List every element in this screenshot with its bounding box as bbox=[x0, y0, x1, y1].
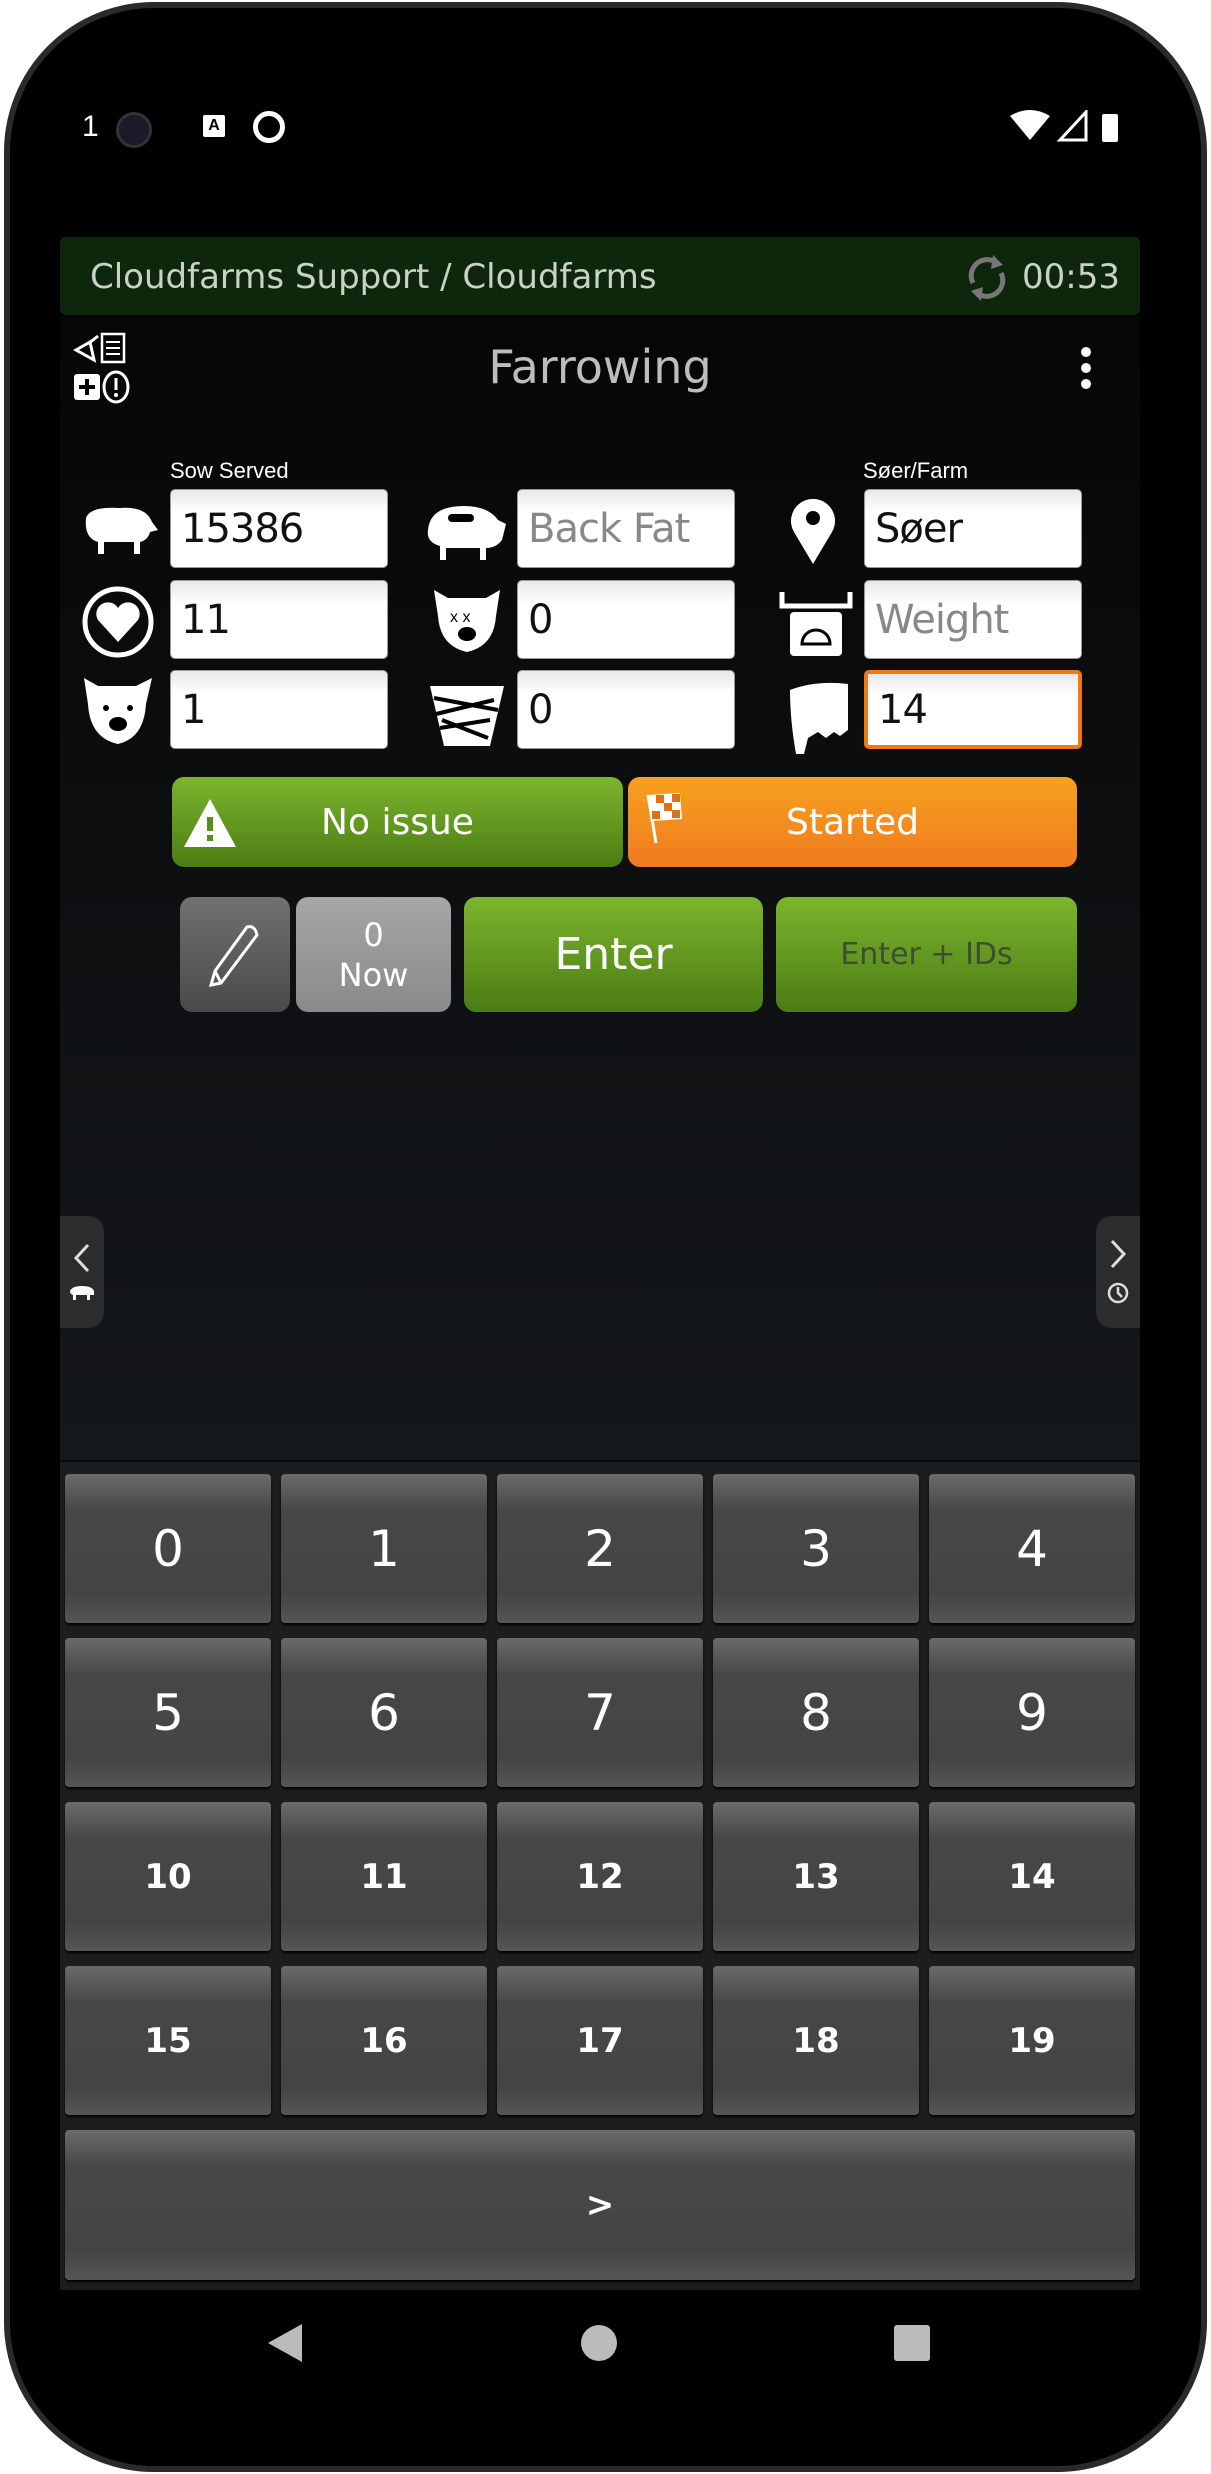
keypad-key-6[interactable]: 6 bbox=[281, 1638, 487, 1787]
keypad-key-1[interactable]: 1 bbox=[281, 1474, 487, 1623]
keypad-key-0[interactable]: 0 bbox=[65, 1474, 271, 1623]
now-button[interactable]: 0 Now bbox=[296, 897, 451, 1012]
battery-icon bbox=[1102, 114, 1118, 142]
more-vertical-icon[interactable] bbox=[1074, 346, 1098, 390]
keypad-key-19[interactable]: 19 bbox=[929, 1966, 1135, 2115]
heart-circle-icon bbox=[82, 586, 154, 658]
checkered-flag-icon bbox=[646, 793, 682, 844]
status-notification-count: 1 bbox=[82, 110, 99, 143]
sow-number-input[interactable]: 15386 bbox=[170, 489, 388, 568]
state-button[interactable]: Started bbox=[628, 777, 1077, 867]
keypad-key-12[interactable]: 12 bbox=[497, 1802, 703, 1951]
enter-button[interactable]: Enter bbox=[464, 897, 763, 1012]
back-fat-input[interactable]: Back Fat bbox=[517, 489, 735, 568]
a-box-icon: A bbox=[203, 115, 225, 137]
stillborn-input[interactable]: 0 bbox=[517, 580, 735, 659]
svg-text:x x: x x bbox=[450, 609, 470, 626]
camera-cutout bbox=[116, 112, 152, 148]
piglets-input[interactable]: 1 bbox=[170, 670, 388, 749]
now-count: 0 bbox=[363, 915, 384, 954]
keypad-key-15[interactable]: 15 bbox=[65, 1966, 271, 2115]
pencil-icon bbox=[208, 924, 259, 987]
toolbar-icons[interactable] bbox=[72, 332, 148, 404]
mummy-icon bbox=[430, 686, 504, 746]
header-bar: Cloudfarms Support / Cloudfarms 00:53 bbox=[60, 237, 1140, 315]
main-area bbox=[60, 315, 1140, 1460]
keypad-key-9[interactable]: 9 bbox=[929, 1638, 1135, 1787]
issue-label: No issue bbox=[321, 801, 474, 843]
keypad-key-16[interactable]: 16 bbox=[281, 1966, 487, 2115]
keypad-key-3[interactable]: 3 bbox=[713, 1474, 919, 1623]
home-icon[interactable] bbox=[580, 2324, 618, 2362]
now-label: Now bbox=[338, 955, 409, 994]
teats-input[interactable]: 14 bbox=[864, 670, 1082, 749]
mummified-input[interactable]: 0 bbox=[517, 670, 735, 749]
chevron-right-icon bbox=[1110, 1239, 1127, 1269]
medkit-icon bbox=[74, 374, 100, 400]
edit-button[interactable] bbox=[180, 897, 290, 1012]
dead-pig-icon: x x bbox=[434, 590, 500, 652]
weight-input[interactable]: Weight bbox=[864, 580, 1082, 659]
session-timer: 00:53 bbox=[1022, 257, 1120, 297]
keypad-key-7[interactable]: 7 bbox=[497, 1638, 703, 1787]
pig-backfat-icon bbox=[427, 506, 506, 560]
teats-icon bbox=[790, 682, 848, 754]
syringe-icon bbox=[72, 334, 99, 363]
keypad-next-button[interactable]: > bbox=[65, 2130, 1135, 2280]
sync-icon[interactable] bbox=[965, 253, 1009, 303]
at-icon bbox=[253, 111, 285, 143]
keypad-key-10[interactable]: 10 bbox=[65, 1802, 271, 1951]
keypad-key-8[interactable]: 8 bbox=[713, 1638, 919, 1787]
scale-icon bbox=[779, 592, 853, 656]
farm-input[interactable]: Søer bbox=[864, 489, 1082, 568]
location-pin-icon bbox=[791, 498, 835, 564]
breadcrumb[interactable]: Cloudfarms Support / Cloudfarms bbox=[90, 257, 657, 297]
alert-circle-icon bbox=[102, 370, 130, 404]
keypad-key-14[interactable]: 14 bbox=[929, 1802, 1135, 1951]
liveborn-input[interactable]: 11 bbox=[170, 580, 388, 659]
label-farm: Søer/Farm bbox=[863, 458, 969, 483]
keypad-key-17[interactable]: 17 bbox=[497, 1966, 703, 2115]
chevron-left-icon bbox=[73, 1243, 90, 1273]
enter-ids-button[interactable]: Enter + IDs bbox=[776, 897, 1077, 1012]
signal-icon bbox=[1056, 110, 1088, 142]
piglet-face-icon bbox=[84, 678, 152, 744]
warning-icon bbox=[184, 799, 236, 847]
keypad-key-2[interactable]: 2 bbox=[497, 1474, 703, 1623]
state-label: Started bbox=[786, 801, 919, 843]
keypad-key-11[interactable]: 11 bbox=[281, 1802, 487, 1951]
status-icons bbox=[1010, 110, 1118, 142]
keypad-key-13[interactable]: 13 bbox=[713, 1802, 919, 1951]
page-title: Farrowing bbox=[488, 340, 712, 394]
pig-icon bbox=[70, 1286, 94, 1300]
clock-icon bbox=[1107, 1282, 1129, 1304]
issue-button[interactable]: No issue bbox=[172, 777, 623, 867]
recents-icon[interactable] bbox=[893, 2324, 931, 2362]
back-icon[interactable] bbox=[262, 2320, 308, 2366]
left-side-tab[interactable] bbox=[60, 1216, 104, 1328]
label-sow-served: Sow Served bbox=[170, 458, 289, 483]
keypad-key-5[interactable]: 5 bbox=[65, 1638, 271, 1787]
document-icon bbox=[100, 332, 126, 364]
right-side-tab[interactable] bbox=[1096, 1216, 1140, 1328]
pig-icon bbox=[85, 507, 158, 554]
keypad-key-4[interactable]: 4 bbox=[929, 1474, 1135, 1623]
wifi-icon bbox=[1010, 110, 1050, 140]
keypad-key-18[interactable]: 18 bbox=[713, 1966, 919, 2115]
